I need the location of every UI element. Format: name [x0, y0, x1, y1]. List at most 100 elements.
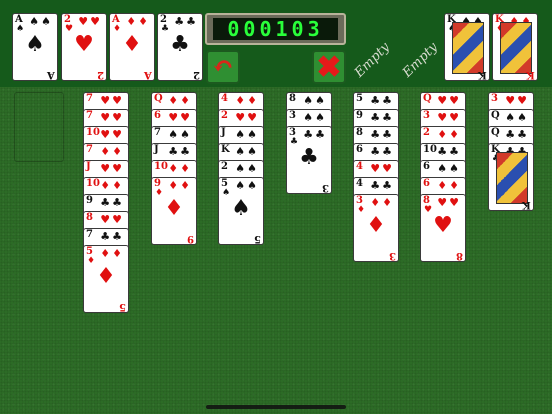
card-center-suit: ♥ [74, 32, 94, 57]
card-rank: 8 [289, 93, 296, 104]
card-pips: ♥♥ [437, 94, 461, 107]
card-rank: 2 [221, 161, 228, 172]
tableau-card[interactable]: 9 ♦♦ ♦ ♦ 9 [151, 177, 197, 245]
card-pips: ♣♣ [505, 128, 529, 141]
card-pips: ♣♣ [168, 145, 192, 158]
card-rank: 5 [356, 93, 363, 104]
card-rank: 6 [154, 110, 161, 121]
tableau-card[interactable]: 3 ♣♣ ♣ ♣ 3 [286, 126, 332, 194]
card-pips: ♦♦ [437, 128, 461, 141]
card-rank: 7 [154, 127, 161, 138]
tableau-card[interactable]: K♣♣♣K [488, 143, 534, 211]
card-rank: 9 [356, 110, 363, 121]
card-rank: 7 [86, 229, 93, 240]
card-rank: J [86, 161, 91, 172]
freecell-card[interactable]: 2 ♣♣ ♣ ♣ 2 [157, 13, 203, 81]
card-rank-bottom: A [47, 69, 55, 80]
card-center-suit: ♠ [25, 32, 45, 57]
card-rank: 10 [423, 144, 437, 155]
card-center-suit: ♠ [231, 196, 251, 221]
card-rank: 3 [491, 93, 498, 104]
card-pips: ♠♠ [29, 15, 53, 28]
card-rank: 10 [86, 127, 100, 138]
card-center-suit: ♣ [299, 145, 319, 170]
card-rank: 8 [356, 127, 363, 138]
card-rank: 7 [86, 93, 93, 104]
card-pips: ♦♦ [100, 145, 124, 158]
card-pips: ♥♥ [235, 111, 259, 124]
close-button[interactable]: ✖ [312, 50, 346, 84]
close-icon: ✖ [316, 50, 342, 85]
card-rank: 6 [356, 144, 363, 155]
card-pips: ♠♠ [235, 145, 259, 158]
card-center-suit: ♦ [164, 196, 184, 221]
card-rank: 7 [86, 144, 93, 155]
tableau-card[interactable]: 5 ♦♦ ♦ ♦ 5 [83, 245, 129, 313]
card-rank: 4 [221, 93, 228, 104]
card-pips: ♠♠ [303, 111, 327, 124]
foundation-card[interactable]: K♠♠♠K [444, 13, 490, 81]
card-pips: ♣♣ [100, 230, 124, 243]
card-rank: 10 [154, 161, 168, 172]
card-rank: 4 [356, 178, 363, 189]
undo-button[interactable]: ↶ [206, 50, 240, 84]
undo-arrow-icon: ↶ [212, 52, 234, 82]
card-pips: ♣♣ [303, 128, 327, 141]
card-pips: ♥♥ [100, 162, 124, 175]
tableau-card[interactable]: 3 ♦♦ ♦ ♦ 3 [353, 194, 399, 262]
card-rank: J [154, 144, 159, 155]
card-rank-bottom: K [522, 199, 531, 210]
tableau-card[interactable]: 5 ♠♠ ♠ ♠ 5 [218, 177, 264, 245]
card-rank: 9 [86, 195, 93, 206]
face-card-art [496, 152, 528, 204]
card-pips: ♣♣ [370, 179, 394, 192]
card-rank: 3 [423, 110, 430, 121]
tableau-card[interactable]: 8 ♥♥ ♥ ♥ 8 [420, 194, 466, 262]
card-rank-bottom: 2 [193, 69, 200, 80]
card-rank: 6 [423, 178, 430, 189]
freecell-card[interactable]: A ♠♠ ♠ ♠ A [12, 13, 58, 81]
card-rank: 2 [423, 127, 430, 138]
empty-cascade-slot[interactable] [14, 92, 64, 162]
card-pips: ♦♦ [437, 179, 461, 192]
card-pips: ♠♠ [235, 179, 259, 192]
card-center-suit: ♥ [433, 213, 453, 238]
freecell-card[interactable]: 2 ♥♥ ♥ ♥ 2 [61, 13, 107, 81]
card-pips: ♠♠ [303, 94, 327, 107]
freecell-card[interactable]: A ♦♦ ♦ ♦ A [109, 13, 155, 81]
foundation-card[interactable]: K♦♦♦K [492, 13, 538, 81]
card-rank: 6 [423, 161, 430, 172]
card-rank: Q [491, 110, 500, 121]
card-pips: ♠♠ [505, 111, 529, 124]
card-pips: ♦♦ [370, 196, 394, 209]
card-pips: ♠♠ [235, 162, 259, 175]
card-rank: 7 [86, 110, 93, 121]
card-pips: ♦♦ [100, 179, 124, 192]
card-pips: ♥♥ [437, 111, 461, 124]
card-pips: ♦♦ [126, 15, 150, 28]
card-rank: J [221, 127, 226, 138]
card-pips: ♥♥ [437, 196, 461, 209]
card-pips: ♣♣ [370, 94, 394, 107]
home-indicator [206, 405, 346, 409]
card-rank-bottom: 3 [322, 182, 329, 193]
card-rank-bottom: K [478, 69, 487, 80]
timer-display: 000103 [213, 18, 338, 40]
card-pips: ♥♥ [100, 111, 124, 124]
card-pips: ♥♥ [505, 94, 529, 107]
card-pips: ♦♦ [168, 94, 192, 107]
card-rank: K [221, 144, 230, 155]
card-pips: ♣♣ [370, 128, 394, 141]
card-rank-bottom: 8 [456, 250, 463, 261]
card-rank: Q [154, 93, 163, 104]
game-timer: 000103 [205, 13, 346, 45]
card-rank: Q [491, 127, 500, 138]
card-rank-bottom: 3 [389, 250, 396, 261]
card-pips: ♦♦ [168, 179, 192, 192]
face-card-art [500, 22, 532, 74]
card-pips: ♥♥ [100, 213, 124, 226]
card-rank: 3 [289, 110, 296, 121]
card-center-suit: ♦ [96, 264, 116, 289]
card-pips: ♠♠ [168, 128, 192, 141]
card-rank: 8 [86, 212, 93, 223]
